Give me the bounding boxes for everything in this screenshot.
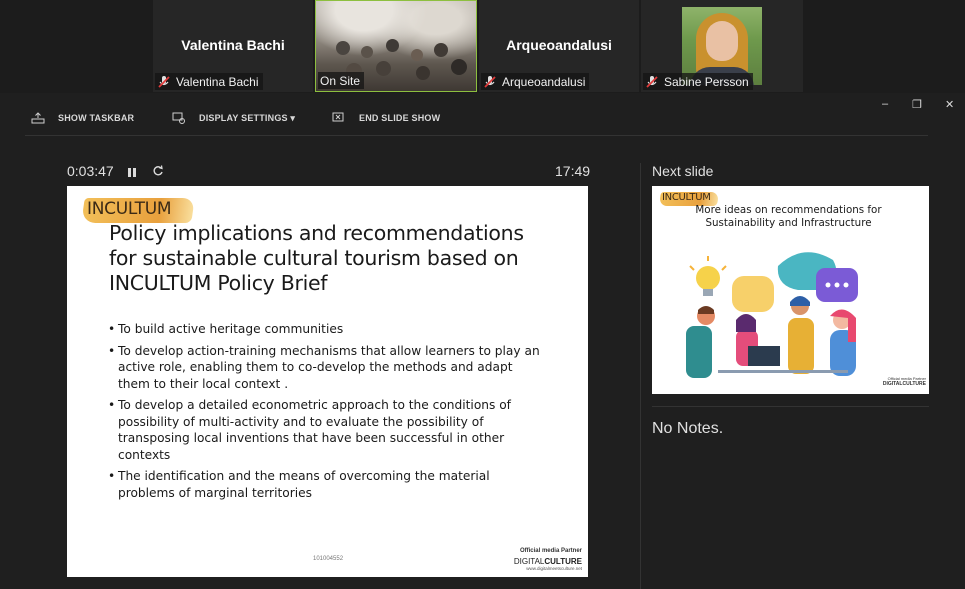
- participant-label: On Site: [320, 73, 361, 88]
- end-show-icon: [332, 112, 346, 124]
- next-slide-preview[interactable]: INCULTUM More ideas on recommendations f…: [652, 186, 929, 394]
- incultum-logo: INCULTUM: [662, 192, 711, 203]
- participant-label: Sabine Persson: [664, 74, 749, 89]
- elapsed-timer: 0:03:47: [67, 163, 114, 179]
- next-slide-label: Next slide: [652, 163, 714, 179]
- next-partner-block: Official media Partner DIGITALCULTURE: [883, 376, 926, 387]
- bullet-item: The identification and the means of over…: [108, 468, 548, 501]
- next-slide-title: More ideas on recommendations for Sustai…: [695, 204, 882, 229]
- partner-brand-b: CULTURE: [544, 557, 582, 566]
- media-partner-block: Official media Partner DIGITALCULTURE ww…: [514, 548, 582, 571]
- participant-label: Arqueoandalusi: [502, 74, 586, 89]
- restart-timer-icon[interactable]: [152, 164, 164, 176]
- pause-icon[interactable]: [127, 165, 137, 177]
- taskbar-icon: [31, 112, 45, 124]
- participant-nameplate: On Site: [318, 72, 365, 89]
- participant-tile-valentina[interactable]: Valentina Bachi Valentina Bachi: [153, 0, 313, 92]
- participant-display-name: Valentina Bachi: [181, 37, 285, 53]
- participant-tile-sabine[interactable]: Sabine Persson: [641, 0, 803, 92]
- incultum-logo: INCULTUM: [87, 199, 172, 219]
- participant-nameplate: Valentina Bachi: [155, 73, 263, 90]
- next-partner-brand: DIGITALCULTURE: [882, 381, 926, 387]
- speaker-notes[interactable]: No Notes.: [652, 420, 723, 438]
- current-slide[interactable]: INCULTUM Policy implications and recomme…: [67, 186, 588, 577]
- show-taskbar-label: SHOW TASKBAR: [58, 113, 135, 123]
- presenter-toolbar: SHOW TASKBAR DISPLAY SETTINGS ▾ END SLID…: [0, 108, 965, 130]
- current-time: 17:49: [555, 163, 591, 179]
- pane-divider[interactable]: [640, 163, 641, 589]
- notes-separator: [652, 406, 929, 407]
- participant-display-name: Arqueoandalusi: [506, 37, 612, 53]
- display-settings-button[interactable]: DISPLAY SETTINGS ▾: [172, 112, 295, 124]
- bullet-item: To develop action-training mechanisms th…: [108, 343, 548, 393]
- bullet-item: To develop a detailed econometric approa…: [108, 397, 548, 463]
- end-slide-show-button[interactable]: END SLIDE SHOW: [332, 112, 440, 124]
- mic-muted-icon: [157, 75, 171, 89]
- toolbar-divider: [25, 135, 928, 136]
- display-settings-label: DISPLAY SETTINGS ▾: [199, 112, 296, 123]
- mic-muted-icon: [483, 75, 497, 89]
- participant-nameplate: Sabine Persson: [643, 73, 753, 90]
- participants-strip: Valentina Bachi Valentina Bachi On Site …: [0, 0, 965, 93]
- slide-bullets: To build active heritage communities To …: [108, 321, 548, 506]
- participant-tile-arqueoandalusi[interactable]: Arqueoandalusi Arqueoandalusi: [479, 0, 639, 92]
- show-taskbar-button[interactable]: SHOW TASKBAR: [31, 112, 134, 124]
- participant-label: Valentina Bachi: [176, 74, 259, 89]
- collaboration-illustration: [686, 252, 858, 378]
- partner-label: Official media Partner: [519, 548, 582, 554]
- bullet-item: To build active heritage communities: [108, 321, 548, 338]
- partner-brand-a: DIGITAL: [513, 557, 545, 566]
- mic-muted-icon: [645, 75, 659, 89]
- display-settings-icon: [172, 112, 186, 124]
- end-slide-show-label: END SLIDE SHOW: [359, 113, 441, 123]
- slide-title: Policy implications and recommendations …: [109, 221, 524, 295]
- partner-url: www.digitalmeetsculture.net: [526, 566, 582, 571]
- slide-number: 101004552: [313, 556, 344, 562]
- participant-nameplate: Arqueoandalusi: [481, 73, 590, 90]
- participant-tile-on-site[interactable]: On Site: [315, 0, 477, 92]
- partner-brand: DIGITALCULTURE: [514, 557, 582, 566]
